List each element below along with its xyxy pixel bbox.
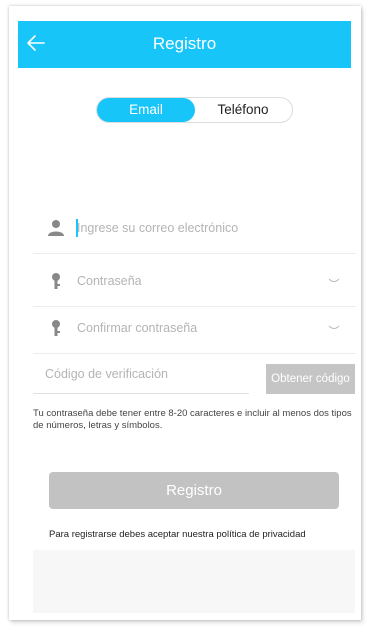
eye-closed-icon[interactable]: [328, 324, 340, 332]
tab-phone[interactable]: Teléfono: [195, 98, 291, 122]
confirm-password-placeholder: Confirmar contraseña: [77, 321, 198, 335]
password-placeholder: Contraseña: [77, 274, 142, 288]
password-hint: Tu contraseña debe tener entre 8-20 cara…: [33, 408, 352, 431]
confirm-password-field[interactable]: Confirmar contraseña: [33, 305, 356, 354]
register-method-toggle: Email Teléfono: [96, 97, 293, 123]
privacy-policy-link[interactable]: Para registrarse debes aceptar nuestra p…: [49, 529, 306, 540]
email-placeholder: Ingrese su correo electrónico: [77, 221, 239, 235]
tab-email[interactable]: Email: [97, 98, 195, 122]
verification-code-placeholder: Código de verificación: [45, 367, 168, 381]
key-icon: [52, 320, 60, 336]
app-header: Registro: [18, 21, 351, 68]
page-title: Registro: [152, 34, 217, 53]
email-field[interactable]: Ingrese su correo electrónico: [33, 205, 356, 254]
get-code-button[interactable]: Obtener código: [266, 364, 355, 394]
user-icon: [48, 220, 64, 236]
bottom-panel: [33, 550, 355, 613]
key-icon: [52, 273, 60, 289]
password-field[interactable]: Contraseña: [33, 258, 356, 307]
verification-code-field[interactable]: Código de verificación: [33, 355, 249, 394]
eye-closed-icon[interactable]: [328, 277, 340, 285]
register-button[interactable]: Registro: [49, 472, 339, 509]
